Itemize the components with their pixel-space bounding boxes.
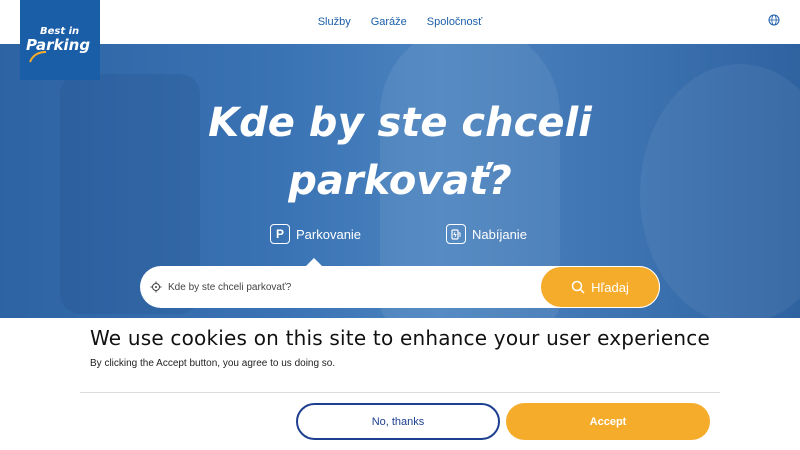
charging-icon xyxy=(446,224,466,244)
search-input[interactable] xyxy=(168,274,528,300)
decline-button[interactable]: No, thanks xyxy=(296,403,500,440)
hero-headline-line1: Kde by ste chceli xyxy=(208,100,592,146)
nav-item-company[interactable]: Spoločnosť xyxy=(427,16,483,28)
active-tab-pointer xyxy=(306,258,322,266)
logo[interactable]: Best in Parking xyxy=(20,0,100,80)
tab-charging-label: Nabíjanie xyxy=(472,226,527,242)
globe-icon[interactable] xyxy=(768,14,780,26)
cookie-divider xyxy=(80,392,720,393)
logo-swoosh-icon xyxy=(29,51,47,63)
accept-button[interactable]: Accept xyxy=(506,403,710,440)
parking-icon: P xyxy=(270,224,290,244)
cookie-title: We use cookies on this site to enhance y… xyxy=(90,326,710,350)
main-nav: Služby Garáže Spoločnosť xyxy=(0,0,800,44)
search-button[interactable]: Hľadaj xyxy=(540,266,660,308)
tab-parking-label: Parkovanie xyxy=(296,226,362,242)
cookie-text: By clicking the Accept button, you agree… xyxy=(90,358,336,369)
nav-item-garages[interactable]: Garáže xyxy=(371,16,407,28)
hero-section: Kde by ste chceli parkovať? P Parkovanie… xyxy=(0,44,800,324)
hero-headline: Kde by ste chceli parkovať? xyxy=(0,94,800,210)
tab-charging[interactable]: Nabíjanie xyxy=(446,224,527,244)
hero-headline-line2: parkovať? xyxy=(288,158,512,204)
cookie-banner: We use cookies on this site to enhance y… xyxy=(0,318,800,450)
search-bar: Hľadaj xyxy=(140,266,660,308)
nav-item-services[interactable]: Služby xyxy=(318,16,351,28)
tab-parking[interactable]: P Parkovanie xyxy=(270,224,361,244)
search-button-label: Hľadaj xyxy=(591,279,629,295)
site-header: Služby Garáže Spoločnosť xyxy=(0,0,800,44)
location-icon xyxy=(150,281,162,293)
search-icon xyxy=(571,280,585,294)
